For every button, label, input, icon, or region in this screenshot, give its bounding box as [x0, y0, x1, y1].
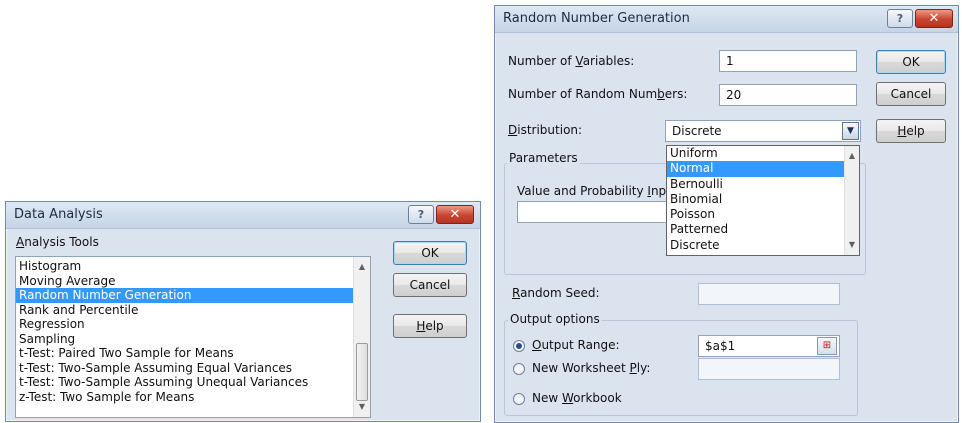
distribution-dropdown-list[interactable]: Uniform Normal Bernoulli Binomial Poisson Pat…: [666, 145, 860, 256]
output-range-value: $a$1: [705, 339, 736, 353]
list-item[interactable]: t-Test: Paired Two Sample for Means: [16, 346, 370, 361]
scroll-down-icon[interactable]: ▼: [354, 399, 370, 415]
distribution-selected-value: Discrete: [672, 124, 722, 138]
dialog-title: Data Analysis: [14, 207, 103, 222]
list-item[interactable]: Sampling: [16, 332, 370, 347]
scroll-up-icon[interactable]: ▲: [845, 148, 859, 164]
list-item[interactable]: Histogram: [16, 259, 370, 274]
dropdown-option[interactable]: Binomial: [667, 192, 859, 207]
list-item[interactable]: Regression: [16, 317, 370, 332]
output-options-label: Output options: [508, 312, 602, 326]
ok-button[interactable]: OK: [393, 241, 467, 265]
help-icon[interactable]: ?: [408, 205, 434, 224]
dropdown-option[interactable]: Discrete: [667, 238, 859, 253]
dropdown-option[interactable]: Bernoulli: [667, 177, 859, 192]
value-probability-input[interactable]: [517, 201, 667, 223]
list-item[interactable]: Moving Average: [16, 274, 370, 289]
new-worksheet-label: New Worksheet Ply:: [532, 361, 651, 375]
num-random-numbers-label: Number of Random Numbers:: [508, 87, 688, 101]
value-probability-label: Value and Probability Inpu: [517, 184, 674, 198]
num-random-numbers-input[interactable]: 20: [719, 84, 857, 106]
num-variables-label: Number of Variables:: [508, 54, 635, 68]
dropdown-option[interactable]: Patterned: [667, 222, 859, 237]
new-worksheet-radio[interactable]: [513, 363, 525, 375]
random-seed-input[interactable]: [698, 283, 840, 305]
chevron-down-icon[interactable]: ▼: [842, 122, 859, 140]
list-item[interactable]: Rank and Percentile: [16, 303, 370, 318]
analysis-tools-label: Analysis Tools: [16, 235, 99, 249]
output-range-input[interactable]: $a$1 ⊞: [698, 335, 840, 357]
close-icon[interactable]: ✕: [436, 205, 474, 224]
list-item[interactable]: z-Test: Two Sample for Means: [16, 390, 370, 405]
output-range-label: Output Range:: [532, 338, 620, 352]
ok-button[interactable]: OK: [876, 50, 946, 74]
dropdown-option[interactable]: Poisson: [667, 207, 859, 222]
distribution-label: Distribution:: [508, 123, 583, 137]
list-item[interactable]: Random Number Generation: [16, 288, 370, 303]
close-icon[interactable]: ✕: [915, 9, 953, 28]
parameters-label: Parameters: [507, 151, 580, 165]
range-select-icon[interactable]: ⊞: [817, 337, 837, 355]
cancel-button[interactable]: Cancel: [393, 273, 467, 297]
data-analysis-dialog: Data Analysis ? ✕ Analysis Tools Histogr…: [5, 201, 481, 422]
scroll-up-icon[interactable]: ▲: [354, 259, 370, 275]
dropdown-scrollbar[interactable]: ▲ ▼: [844, 146, 859, 255]
num-variables-input[interactable]: 1: [719, 50, 857, 72]
distribution-select[interactable]: Discrete ▼: [665, 120, 861, 142]
title-bar: Data Analysis ? ✕: [6, 202, 480, 229]
new-workbook-radio[interactable]: [513, 393, 525, 405]
title-bar: Random Number Generation ? ✕: [495, 6, 958, 33]
dropdown-option[interactable]: Uniform: [667, 146, 859, 161]
help-icon[interactable]: ?: [887, 9, 913, 28]
new-workbook-label: New Workbook: [532, 391, 622, 405]
scroll-down-icon[interactable]: ▼: [845, 237, 859, 253]
random-number-generation-dialog: Random Number Generation ? ✕ Number of V…: [494, 5, 959, 423]
dropdown-option[interactable]: Normal: [667, 161, 859, 177]
help-button[interactable]: Help: [393, 314, 467, 338]
new-worksheet-input[interactable]: [698, 358, 840, 380]
list-item[interactable]: t-Test: Two-Sample Assuming Unequal Vari…: [16, 375, 370, 390]
tools-scrollbar[interactable]: ▲ ▼: [353, 257, 370, 417]
scroll-thumb[interactable]: [356, 343, 368, 401]
cancel-button[interactable]: Cancel: [876, 82, 946, 106]
dialog-title: Random Number Generation: [503, 11, 690, 26]
help-button[interactable]: Help: [876, 119, 946, 143]
output-range-radio[interactable]: [513, 340, 525, 352]
list-item[interactable]: t-Test: Two-Sample Assuming Equal Varian…: [16, 361, 370, 376]
analysis-tools-list[interactable]: Histogram Moving Average Random Number Gen…: [15, 256, 371, 418]
random-seed-label: Random Seed:: [512, 286, 600, 300]
